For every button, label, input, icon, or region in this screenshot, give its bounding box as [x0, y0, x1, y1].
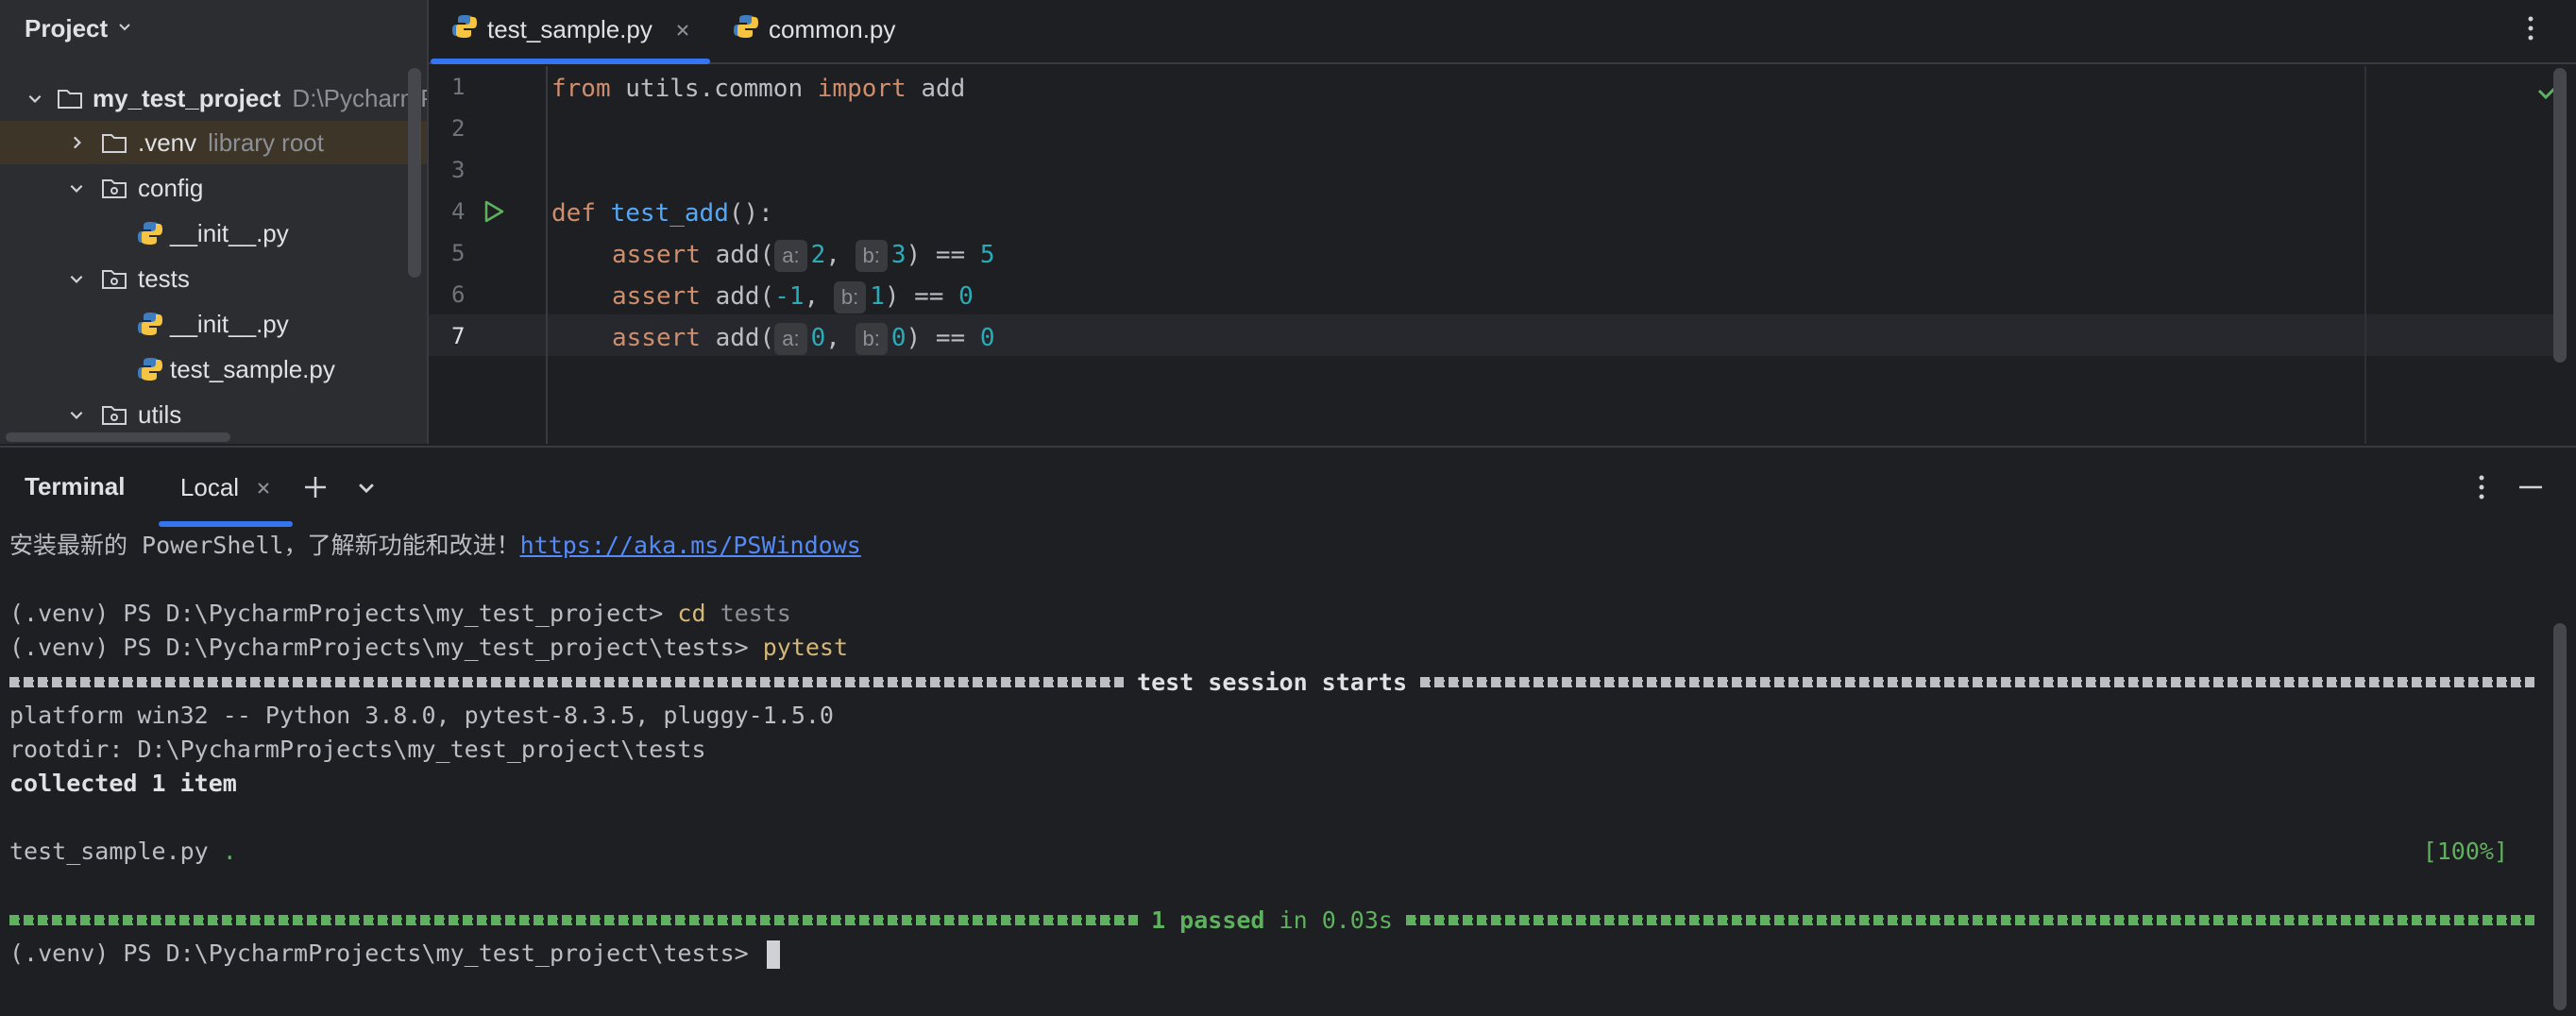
parameter-hint: a:: [774, 239, 807, 272]
code-editor[interactable]: test_sample.py common.py 1 2 3 4 5 6 7 f…: [427, 0, 2576, 444]
tree-item-label: config: [138, 173, 204, 202]
editor-tab-bar: test_sample.py common.py: [429, 0, 2576, 64]
close-icon[interactable]: [675, 15, 690, 44]
python-file-icon: [136, 355, 164, 383]
line-number-gutter: 1 2 3 4 5 6 7: [429, 66, 548, 444]
more-vertical-icon[interactable]: [2466, 472, 2497, 502]
tree-item-config[interactable]: config: [0, 166, 427, 210]
package-folder-icon: [100, 264, 128, 293]
terminal-vertical-scrollbar[interactable]: [2553, 623, 2567, 1010]
terminal-title: Terminal: [25, 472, 126, 500]
tree-item-my-test-project[interactable]: my_test_project D:\PycharmP: [0, 76, 427, 120]
terminal-line: 安装最新的 PowerShell，了解新功能和改进！https://aka.ms…: [9, 532, 861, 559]
project-panel-title: Project: [25, 13, 109, 42]
chevron-down-icon[interactable]: [64, 402, 89, 427]
line-number: 1: [451, 74, 466, 100]
folder-icon: [57, 84, 83, 112]
python-file-icon: [733, 13, 759, 46]
chevron-right-icon[interactable]: [64, 130, 89, 155]
parameter-hint: b:: [833, 280, 867, 313]
tree-item-test-sample[interactable]: test_sample.py: [0, 347, 427, 391]
line-number: 5: [451, 240, 466, 266]
python-file-icon: [136, 310, 164, 338]
chevron-down-icon[interactable]: [351, 472, 381, 502]
tree-item-config-init[interactable]: __init__.py: [0, 212, 427, 255]
tree-item-label: __init__.py: [170, 218, 289, 247]
tree-item-path: D:\PycharmP: [292, 83, 427, 112]
tab-label: Local: [179, 472, 240, 501]
parameter-hint: b:: [855, 239, 888, 272]
add-icon[interactable]: [300, 472, 330, 502]
code-line-1: from utils.common import add: [551, 75, 966, 103]
tree-item-label: tests: [138, 263, 190, 293]
close-icon[interactable]: [256, 473, 271, 502]
terminal-line: test_sample.py .: [9, 838, 237, 865]
project-vertical-scrollbar[interactable]: [408, 68, 421, 278]
project-view-selector[interactable]: Project: [25, 13, 132, 43]
editor-vertical-scrollbar[interactable]: [2553, 68, 2567, 363]
more-vertical-icon[interactable]: [2525, 15, 2536, 46]
tab-common[interactable]: common.py: [733, 0, 895, 59]
terminal-cursor: [766, 940, 780, 969]
terminal-output[interactable]: 安装最新的 PowerShell，了解新功能和改进！https://aka.ms…: [0, 527, 2550, 1016]
tree-item-label: utils: [138, 399, 182, 429]
progress-percent: [100%]: [2422, 838, 2508, 865]
python-file-icon: [136, 219, 164, 247]
python-file-icon: [451, 13, 478, 46]
code-line-6: assert add(-1, b: 1) == 0: [612, 276, 974, 317]
tree-item-label: __init__.py: [170, 309, 289, 338]
tree-item-tests-init[interactable]: __init__.py: [0, 302, 427, 346]
terminal-line: (.venv) PS D:\PycharmProjects\my_test_pr…: [9, 600, 791, 627]
chevron-down-icon[interactable]: [64, 266, 89, 291]
line-number: 3: [451, 157, 466, 183]
terminal-line: (.venv) PS D:\PycharmProjects\my_test_pr…: [9, 634, 849, 661]
code-line-5: assert add(a: 2, b: 3) == 5: [612, 234, 994, 276]
line-number: 2: [451, 115, 466, 142]
package-folder-icon: [100, 174, 128, 202]
terminal-line: collected 1 item: [9, 770, 237, 797]
chevron-down-icon[interactable]: [26, 86, 43, 110]
line-number: 7: [451, 323, 466, 349]
minimize-icon[interactable]: [2516, 472, 2546, 502]
terminal-line: (.venv) PS D:\PycharmProjects\my_test_pr…: [9, 937, 780, 971]
package-folder-icon: [100, 400, 128, 429]
result-separator: 1 passed in 0.03s: [9, 903, 2535, 937]
chevron-down-icon: [117, 19, 132, 39]
terminal-line: platform win32 -- Python 3.8.0, pytest-8…: [9, 702, 834, 729]
right-margin-guide: [2364, 66, 2366, 444]
session-separator: test session starts: [9, 665, 2535, 699]
chevron-down-icon[interactable]: [64, 176, 89, 200]
line-number: 6: [451, 281, 466, 308]
project-horizontal-scrollbar[interactable]: [6, 432, 230, 442]
tree-item-label: my_test_project: [93, 83, 281, 112]
active-tab-indicator: [431, 59, 710, 64]
project-panel: Project my_test_project D:\PycharmP .ven…: [0, 0, 427, 444]
tree-item-tests[interactable]: tests: [0, 257, 427, 300]
folder-icon: [100, 128, 128, 157]
powershell-link[interactable]: https://aka.ms/PSWindows: [520, 532, 861, 559]
terminal-panel: Terminal Local 安装最新的 PowerShell，了解新功能和改进…: [0, 446, 2576, 1016]
terminal-line: rootdir: D:\PycharmProjects\my_test_proj…: [9, 736, 706, 763]
tree-item-annotation: library root: [208, 127, 324, 157]
tree-item-label: .venv: [138, 127, 197, 157]
tab-label: common.py: [769, 14, 896, 43]
tab-test-sample[interactable]: test_sample.py: [451, 0, 690, 59]
terminal-header: Terminal Local: [0, 448, 2576, 527]
tab-label: test_sample.py: [487, 14, 652, 43]
code-line-7: assert add(a: 0, b: 0) == 0: [612, 317, 994, 359]
code-line-4: def test_add():: [551, 199, 773, 228]
parameter-hint: a:: [774, 322, 807, 355]
run-test-icon[interactable]: [480, 198, 506, 229]
tree-item-utils[interactable]: utils: [0, 393, 427, 436]
tab-local[interactable]: Local: [159, 448, 293, 527]
parameter-hint: b:: [855, 322, 888, 355]
tree-item-label: test_sample.py: [170, 354, 335, 383]
tree-item-venv[interactable]: .venv library root: [0, 121, 427, 164]
